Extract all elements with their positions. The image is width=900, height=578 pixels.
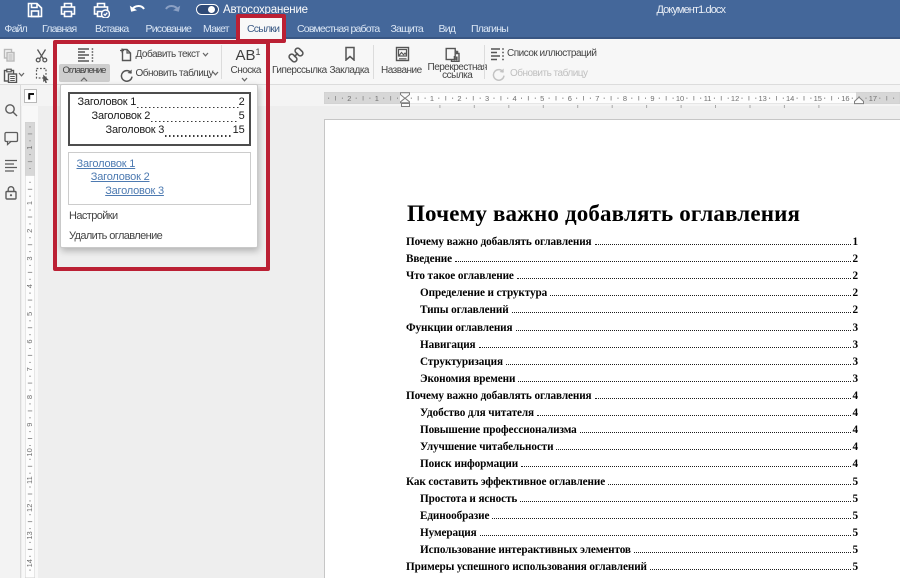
svg-text:14: 14: [25, 559, 34, 567]
svg-text:3: 3: [485, 94, 489, 103]
svg-text:12: 12: [25, 504, 34, 512]
svg-text:10: 10: [25, 448, 34, 456]
svg-text:12: 12: [731, 94, 739, 103]
svg-text:13: 13: [759, 94, 767, 103]
svg-text:1: 1: [375, 94, 379, 103]
svg-text:3: 3: [25, 256, 34, 260]
svg-text:11: 11: [704, 94, 712, 103]
svg-text:17: 17: [869, 94, 877, 103]
svg-text:5: 5: [540, 94, 544, 103]
svg-text:6: 6: [25, 340, 34, 344]
svg-text:1: 1: [430, 94, 434, 103]
svg-text:14: 14: [786, 94, 794, 103]
svg-text:11: 11: [25, 476, 34, 484]
svg-text:8: 8: [25, 395, 34, 399]
svg-text:13: 13: [25, 531, 34, 539]
svg-text:2: 2: [457, 94, 461, 103]
svg-text:16: 16: [841, 94, 849, 103]
svg-text:7: 7: [595, 94, 599, 103]
svg-text:8: 8: [623, 94, 627, 103]
svg-text:4: 4: [25, 284, 34, 288]
svg-text:7: 7: [25, 367, 34, 371]
svg-text:9: 9: [650, 94, 654, 103]
svg-text:10: 10: [676, 94, 684, 103]
svg-text:1: 1: [25, 201, 34, 205]
svg-text:6: 6: [568, 94, 572, 103]
svg-text:1: 1: [25, 146, 34, 150]
svg-text:15: 15: [814, 94, 822, 103]
svg-text:4: 4: [513, 94, 517, 103]
svg-text:2: 2: [25, 229, 34, 233]
svg-text:2: 2: [347, 94, 351, 103]
svg-text:9: 9: [25, 423, 34, 427]
svg-text:5: 5: [25, 312, 34, 316]
